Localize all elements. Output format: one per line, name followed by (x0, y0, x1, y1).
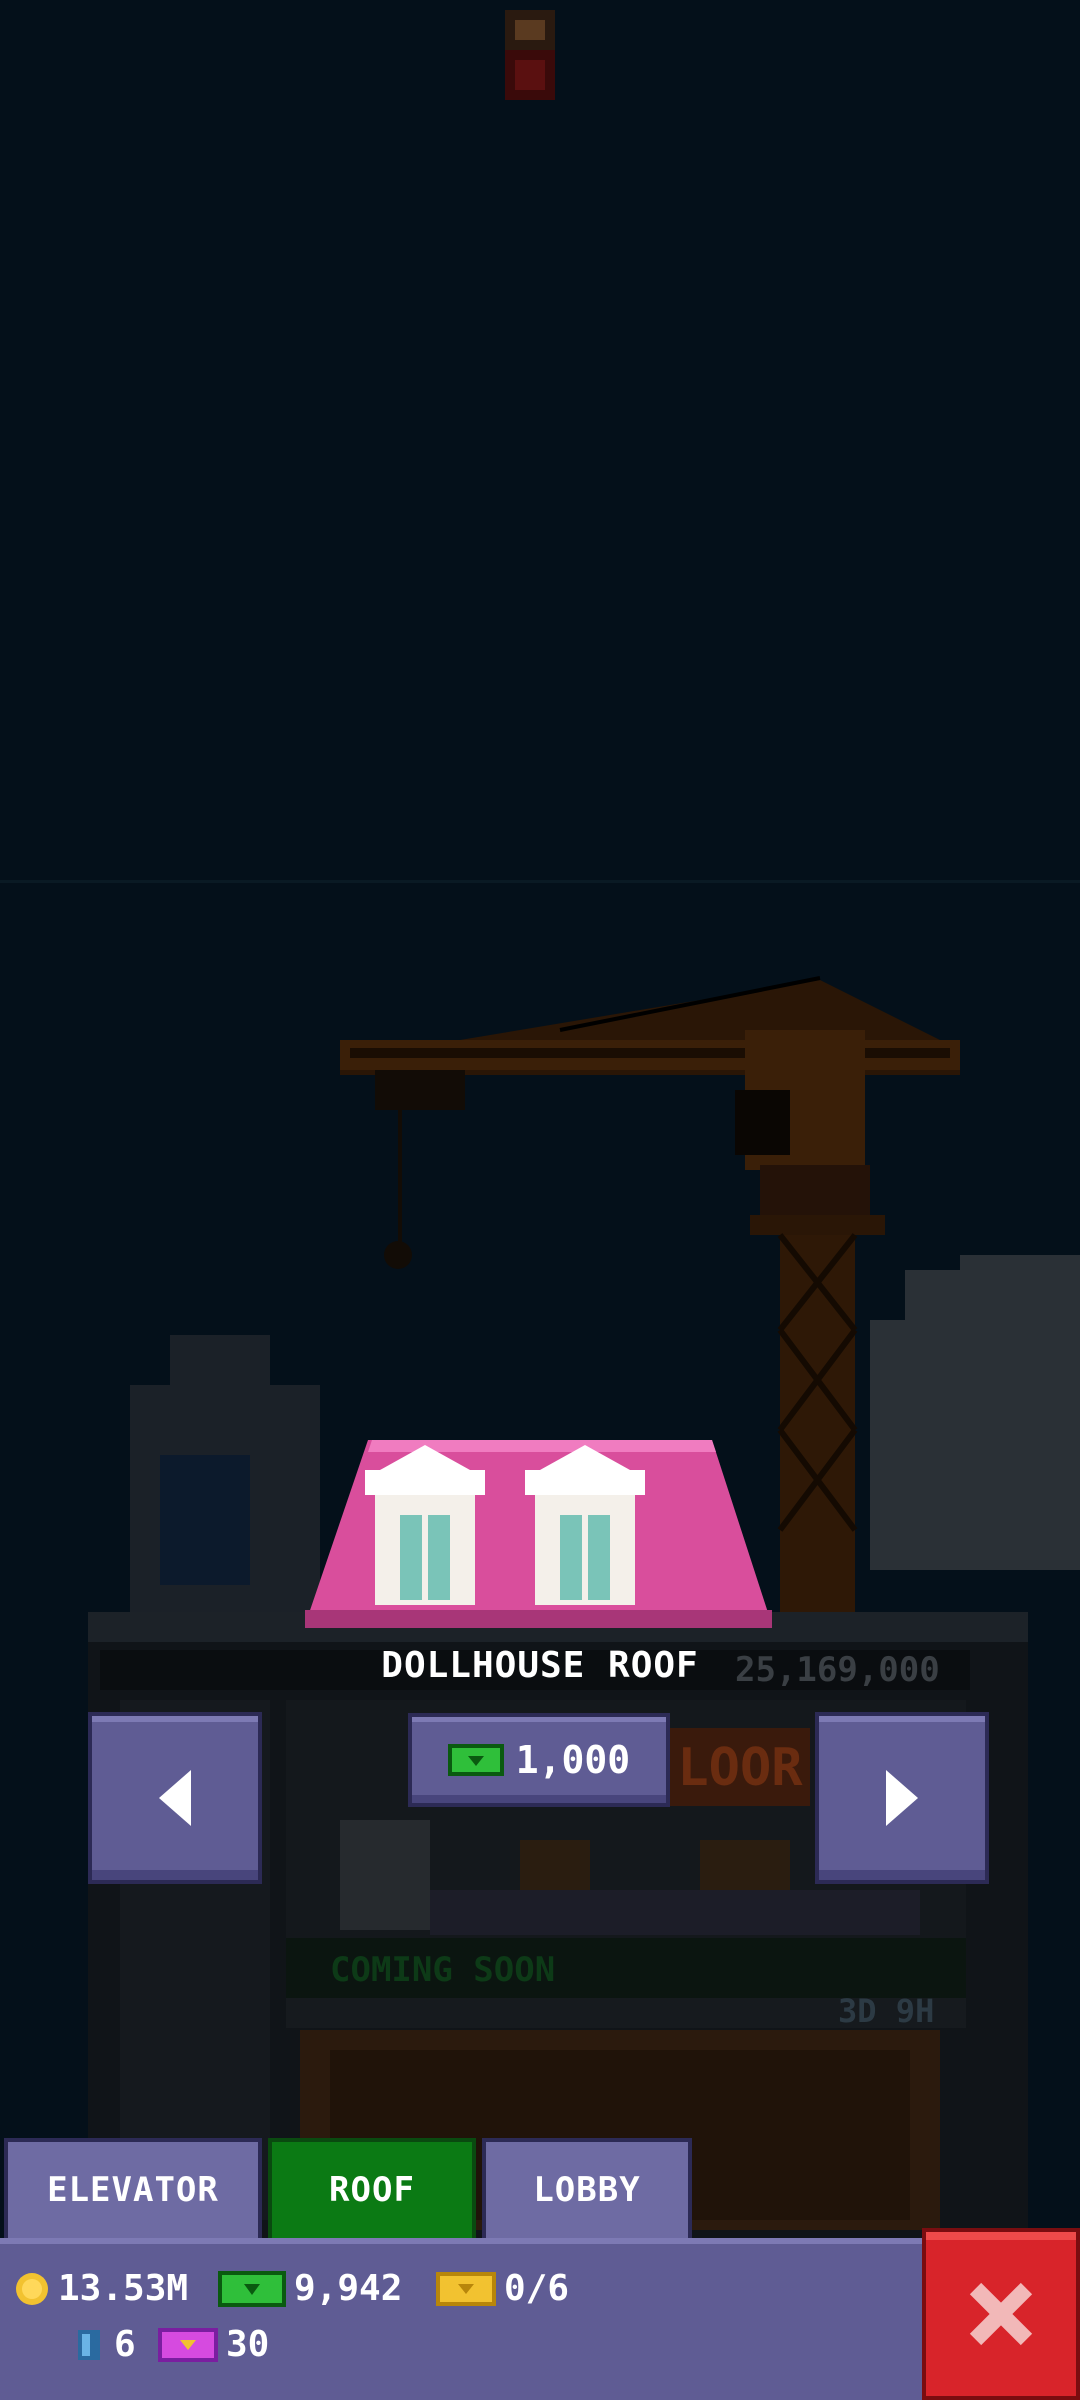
golden-ticket-stat: 6 (72, 2324, 136, 2365)
arrow-right-icon (886, 1770, 918, 1826)
falling-bitizen (505, 10, 555, 100)
bux-icon (218, 2270, 286, 2307)
coins-value: 13.53M (58, 2268, 189, 2309)
construction-timer: 3D 9H (838, 1992, 935, 2030)
tab-lobby[interactable]: LOBBY (482, 2138, 692, 2238)
vip-ticket-icon (436, 2271, 496, 2306)
next-roof-button[interactable] (815, 1712, 989, 1884)
cloud (870, 1255, 1080, 1570)
vip-value: 0/6 (504, 2268, 570, 2309)
coins-stat: 13.53M (14, 2268, 188, 2309)
bux-value: 9,942 (294, 2268, 403, 2309)
bux-stat: 9,942 (218, 2268, 402, 2309)
currency-bar: 13.53M 9,942 0/6 6 30 (0, 2238, 930, 2400)
tower-value: 25,169,000 (735, 1650, 940, 1690)
tower-block (130, 1335, 320, 1615)
tab-elevator[interactable]: ELEVATOR (4, 2138, 262, 2238)
svg-text:LOOR: LOOR (677, 1738, 803, 1798)
lucky-ticket-icon (158, 2327, 218, 2362)
arrow-left-icon (159, 1770, 191, 1826)
bux-icon (447, 1744, 504, 1776)
coin-icon (16, 2272, 48, 2305)
golden-ticket-icon (78, 2329, 100, 2360)
close-icon (969, 2282, 1033, 2346)
vip-stat: 0/6 (436, 2268, 569, 2309)
previous-roof-button[interactable] (88, 1712, 262, 1884)
tab-roof[interactable]: ROOF (268, 2138, 476, 2238)
buy-roof-button[interactable]: 1,000 (408, 1713, 670, 1807)
lucky-ticket-value: 30 (226, 2324, 270, 2365)
coming-soon-label: COMING SOON (330, 1950, 556, 1990)
roof-price: 1,000 (515, 1738, 631, 1782)
construction-scene: LOOR (0, 10, 1080, 2252)
golden-ticket-value: 6 (114, 2324, 136, 2365)
close-button[interactable] (922, 2228, 1080, 2400)
roof-name: DOLLHOUSE ROOF (381, 1645, 699, 1686)
dollhouse-roof-preview (305, 1440, 772, 1628)
lucky-ticket-stat: 30 (158, 2324, 269, 2365)
